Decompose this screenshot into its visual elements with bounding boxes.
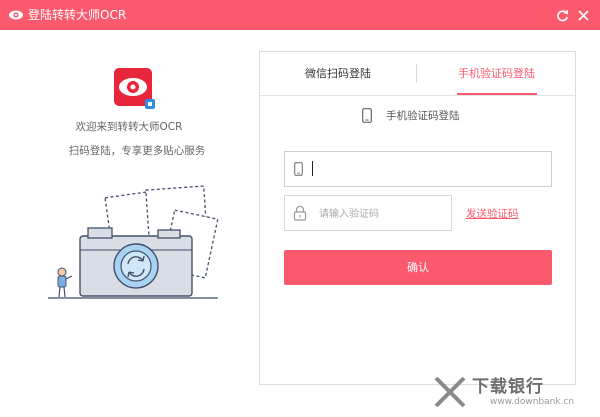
app-logo-icon <box>9 10 23 20</box>
site-watermark: 下载银行 www.downbank.cn <box>430 372 600 417</box>
phone-login-heading: 手机验证码登陆 <box>362 107 460 123</box>
verification-code-field[interactable] <box>284 195 452 231</box>
tab-wechat-login[interactable]: 微信扫码登陆 <box>260 52 416 95</box>
scan-subtext: 扫码登陆，专享更多贴心服务 <box>68 145 206 157</box>
phone-icon <box>362 107 372 123</box>
watermark-url: www.downbank.cn <box>490 397 575 407</box>
refresh-icon <box>556 9 568 21</box>
title-bar: 登陆转转大师OCR <box>0 0 600 30</box>
tab-divider <box>416 64 417 83</box>
phone-icon <box>294 162 303 176</box>
phone-number-field[interactable] <box>284 151 552 187</box>
window-title: 登陆转转大师OCR <box>28 8 127 22</box>
verification-code-input[interactable] <box>317 204 449 224</box>
close-button[interactable] <box>573 5 593 25</box>
text-caret <box>312 161 313 176</box>
login-panel: 微信扫码登陆 手机验证码登陆 手机验证码登陆 发送验证码 确认 <box>259 51 576 385</box>
app-icon <box>114 68 155 109</box>
watermark-logo-icon <box>434 376 466 408</box>
camera-illustration <box>48 185 219 299</box>
close-icon <box>577 9 589 21</box>
active-tab-indicator <box>457 93 537 95</box>
left-panel: 欢迎来到转转大师OCR 扫码登陆，专享更多贴心服务 <box>0 30 258 417</box>
phone-number-input[interactable] <box>311 160 545 180</box>
tab-phone-login[interactable]: 手机验证码登陆 <box>418 52 575 95</box>
welcome-text: 欢迎来到转转大师OCR <box>75 121 183 133</box>
watermark-text: 下载银行 <box>472 377 544 397</box>
refresh-button[interactable] <box>552 5 572 25</box>
send-code-link[interactable]: 发送验证码 <box>466 206 519 221</box>
confirm-button[interactable]: 确认 <box>284 250 552 285</box>
phone-login-heading-text: 手机验证码登陆 <box>386 109 460 122</box>
login-tabs: 微信扫码登陆 手机验证码登陆 <box>260 52 575 96</box>
lock-icon <box>293 205 307 221</box>
